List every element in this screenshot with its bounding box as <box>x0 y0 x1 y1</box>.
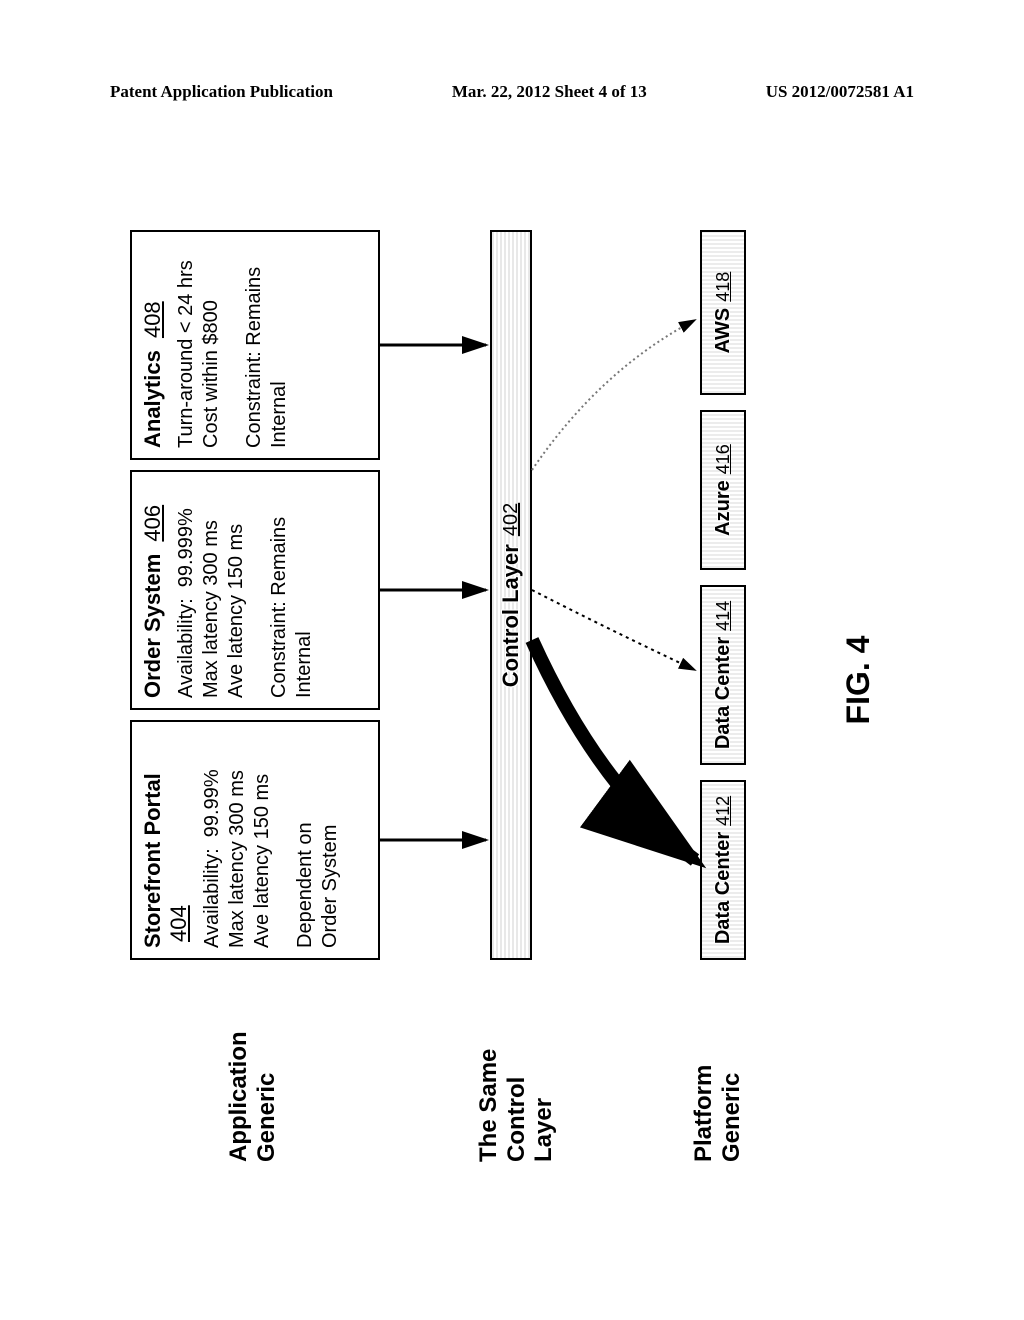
analytics-title: Analytics 408 <box>140 242 166 448</box>
arrow-control-to-dc2 <box>532 590 695 670</box>
header-left: Patent Application Publication <box>110 82 333 102</box>
figure-4-diagram: Application Generic The Same Control Lay… <box>70 170 950 1190</box>
analytics-metrics: Turn-around < 24 hrs Cost within $800 <box>174 242 224 448</box>
diagram-frame: Application Generic The Same Control Lay… <box>70 170 950 1190</box>
order-constraint: Constraint: Remains Internal <box>267 482 317 698</box>
platform-aws-label: AWS <box>712 308 735 354</box>
storefront-constraint: Dependent on Order System <box>293 732 343 948</box>
platform-azure-label: Azure <box>712 480 735 536</box>
storefront-title: Storefront Portal 404 <box>140 732 192 948</box>
app-box-analytics: Analytics 408 Turn-around < 24 hrs Cost … <box>130 230 380 460</box>
platform-aws: AWS 418 <box>700 230 746 395</box>
platform-dc1-label: Data Center <box>712 832 735 944</box>
analytics-constraint: Constraint: Remains Internal <box>242 242 292 448</box>
order-title-text: Order System <box>140 554 165 698</box>
control-layer-label: Control Layer <box>498 544 524 687</box>
platform-dc1: Data Center 412 <box>700 780 746 960</box>
control-layer-ref: 402 <box>500 503 523 536</box>
row-label-control: The Same Control Layer <box>475 1049 558 1162</box>
platform-dc2-ref: 414 <box>713 601 734 631</box>
header-right: US 2012/0072581 A1 <box>766 82 914 102</box>
header-center: Mar. 22, 2012 Sheet 4 of 13 <box>452 82 647 102</box>
page-header: Patent Application Publication Mar. 22, … <box>0 82 1024 102</box>
platform-dc2-label: Data Center <box>712 637 735 749</box>
control-layer-bar: Control Layer 402 <box>490 230 532 960</box>
row-label-platform: Platform Generic <box>690 1065 745 1162</box>
storefront-metrics: Availability: 99.99% Max latency 300 ms … <box>200 732 275 948</box>
order-title: Order System 406 <box>140 482 166 698</box>
platform-dc1-ref: 412 <box>713 796 734 826</box>
analytics-title-text: Analytics <box>140 350 165 448</box>
storefront-title-text: Storefront Portal <box>140 773 165 948</box>
row-label-application: Application Generic <box>225 1031 280 1162</box>
app-box-order: Order System 406 Availability: 99.999% M… <box>130 470 380 710</box>
order-metrics: Availability: 99.999% Max latency 300 ms… <box>174 482 249 698</box>
order-ref: 406 <box>140 505 165 542</box>
arrow-control-to-dc1 <box>532 640 695 860</box>
figure-label: FIG. 4 <box>840 170 877 1190</box>
platform-azure-ref: 416 <box>713 444 734 474</box>
platform-azure: Azure 416 <box>700 410 746 570</box>
analytics-ref: 408 <box>140 301 165 338</box>
arrow-control-to-aws <box>532 320 695 470</box>
platform-aws-ref: 418 <box>713 272 734 302</box>
app-box-storefront: Storefront Portal 404 Availability: 99.9… <box>130 720 380 960</box>
storefront-ref: 404 <box>166 905 191 942</box>
platform-dc2: Data Center 414 <box>700 585 746 765</box>
